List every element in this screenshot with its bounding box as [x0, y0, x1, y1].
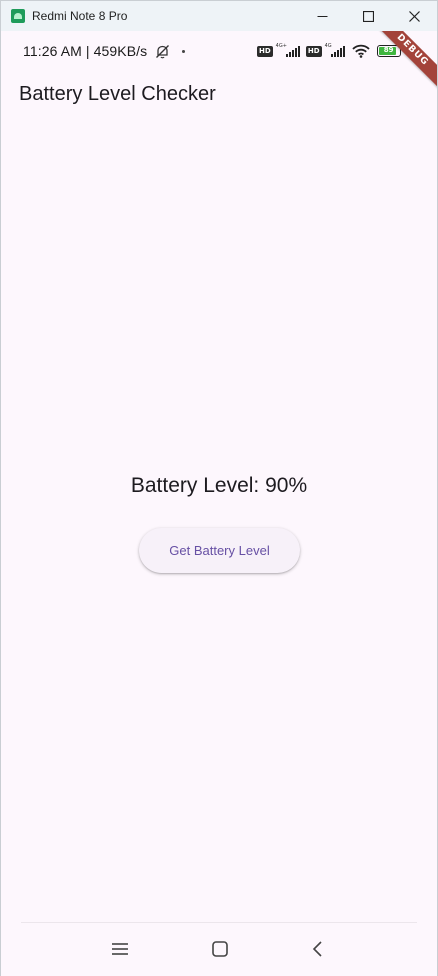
- close-icon[interactable]: [391, 1, 437, 31]
- sim1-hd-badge: HD: [257, 45, 273, 57]
- muted-bell-icon: [156, 45, 169, 59]
- status-icons: HD 4G+ HD 4G 89: [257, 43, 416, 59]
- window-titlebar: Redmi Note 8 Pro: [0, 0, 438, 31]
- device-screen: 11:26 AM | 459KB/s HD 4G+ HD 4G 89 DEBUG…: [0, 31, 438, 976]
- navigation-bar: [1, 923, 437, 976]
- window-controls: [299, 1, 437, 31]
- sim1-network-label: 4G+: [275, 43, 287, 49]
- sim2-network-label: 4G: [324, 43, 332, 49]
- back-icon[interactable]: [306, 937, 330, 961]
- battery-level-text: Battery Level: 90%: [130, 474, 308, 497]
- get-battery-level-button[interactable]: Get Battery Level: [139, 528, 300, 573]
- signal-strength-icon: [285, 45, 300, 57]
- maximize-icon[interactable]: [345, 1, 391, 31]
- app-bar: Battery Level Checker: [1, 71, 437, 121]
- wifi-icon: [352, 44, 370, 58]
- minimize-icon[interactable]: [299, 1, 345, 31]
- status-bar: 11:26 AM | 459KB/s HD 4G+ HD 4G 89: [1, 31, 437, 71]
- status-time-speed: 11:26 AM | 459KB/s: [23, 43, 148, 59]
- notification-dot: [182, 50, 185, 53]
- home-icon[interactable]: [208, 937, 232, 961]
- window-title: Redmi Note 8 Pro: [32, 9, 128, 23]
- signal-strength-icon: [330, 45, 345, 57]
- sim2-hd-badge: HD: [305, 45, 322, 57]
- battery-percent: 89: [383, 46, 394, 54]
- android-app-icon: [11, 9, 25, 23]
- app-title: Battery Level Checker: [19, 83, 216, 105]
- menu-icon[interactable]: [108, 937, 132, 961]
